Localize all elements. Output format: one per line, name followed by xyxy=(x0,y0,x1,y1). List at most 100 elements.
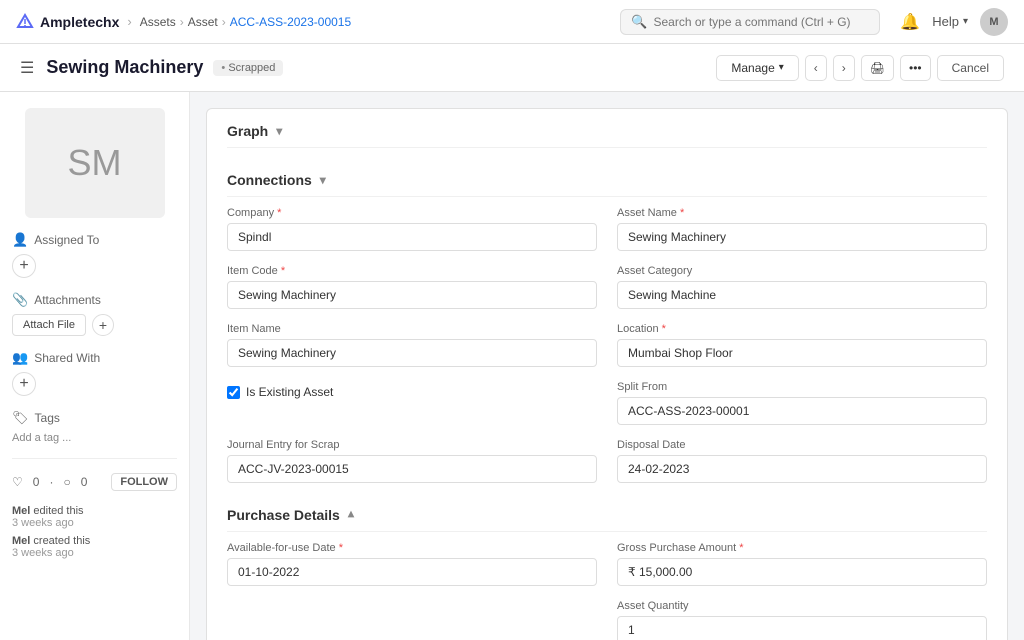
likes-count: 0 xyxy=(33,475,40,489)
next-button[interactable]: › xyxy=(833,55,855,81)
prev-button[interactable]: ‹ xyxy=(805,55,827,81)
search-input[interactable] xyxy=(653,15,869,29)
help-label: Help xyxy=(932,14,959,29)
add-shared-button[interactable]: + xyxy=(12,372,36,396)
breadcrumb-asset[interactable]: Asset xyxy=(188,15,218,29)
content-inner: Graph ▾ Connections ▾ Company * xyxy=(206,108,1008,640)
tags-section: 🏷 Tags Add a tag ... xyxy=(12,410,177,444)
tags-label: Tags xyxy=(35,411,60,425)
attach-plus-button[interactable]: + xyxy=(92,314,114,336)
hamburger-icon[interactable]: ☰ xyxy=(20,58,34,78)
item-code-group: Item Code * xyxy=(227,265,597,309)
split-from-input[interactable] xyxy=(617,397,987,425)
split-from-label: Split From xyxy=(617,381,987,393)
tags-title: 🏷 Tags xyxy=(12,410,177,426)
attachments-title: 📎 Attachments xyxy=(12,292,177,308)
record-avatar-initials: SM xyxy=(68,142,122,184)
logo-text: Ampletechx xyxy=(40,14,119,30)
asset-category-group: Asset Category xyxy=(617,265,987,309)
asset-quantity-label: Asset Quantity xyxy=(617,600,987,612)
activity-entry-1: Mel created this 3 weeks ago xyxy=(12,535,177,559)
asset-name-input[interactable] xyxy=(617,223,987,251)
activity-log: Mel edited this 3 weeks ago Mel created … xyxy=(12,505,177,559)
manage-label: Manage xyxy=(731,61,774,75)
graph-chevron-icon: ▾ xyxy=(276,124,282,138)
available-date-label: Available-for-use Date * xyxy=(227,542,597,554)
activity-row: ♡ 0 · ○ 0 FOLLOW xyxy=(12,473,177,491)
manage-button[interactable]: Manage ▾ xyxy=(716,55,798,81)
activity-action-1: created this xyxy=(33,535,90,547)
purchase-details-form: Available-for-use Date * Gross Purchase … xyxy=(227,542,987,640)
journal-entry-group: Journal Entry for Scrap xyxy=(227,439,597,483)
shared-with-title: 👥 Shared With xyxy=(12,350,177,366)
asset-category-input[interactable] xyxy=(617,281,987,309)
comments-count: 0 xyxy=(81,475,88,489)
paperclip-icon: 📎 xyxy=(12,292,28,308)
is-existing-asset-label: Is Existing Asset xyxy=(246,385,333,399)
comments-icon: ○ xyxy=(63,475,70,489)
breadcrumb-assets[interactable]: Assets xyxy=(140,15,176,29)
shared-with-section: 👥 Shared With + xyxy=(12,350,177,396)
purchase-details-section-header[interactable]: Purchase Details ▾ xyxy=(227,493,987,532)
search-icon: 🔍 xyxy=(631,14,647,30)
print-button[interactable]: 🖨 xyxy=(861,55,894,81)
nav-icons: 🔔 Help ▾ M xyxy=(900,8,1008,36)
activity-time-0: 3 weeks ago xyxy=(12,517,177,529)
help-menu[interactable]: Help ▾ xyxy=(932,14,968,29)
graph-section-header[interactable]: Graph ▾ xyxy=(227,109,987,148)
gross-purchase-group: Gross Purchase Amount * xyxy=(617,542,987,586)
journal-entry-input[interactable] xyxy=(227,455,597,483)
user-avatar[interactable]: M xyxy=(980,8,1008,36)
main-layout: SM 👤 Assigned To + 📎 Attachments Attach … xyxy=(0,92,1024,640)
location-input[interactable] xyxy=(617,339,987,367)
item-name-label: Item Name xyxy=(227,323,597,335)
activity-time-1: 3 weeks ago xyxy=(12,547,177,559)
sidebar-divider xyxy=(12,458,177,459)
attach-file-button[interactable]: Attach File xyxy=(12,314,86,336)
attach-row: Attach File + xyxy=(12,314,177,336)
search-bar[interactable]: 🔍 xyxy=(620,9,880,35)
is-existing-asset-row: Is Existing Asset xyxy=(227,385,597,399)
disposal-date-label: Disposal Date xyxy=(617,439,987,451)
activity-action-0: edited this xyxy=(33,505,83,517)
asset-category-label: Asset Category xyxy=(617,265,987,277)
gross-purchase-input[interactable] xyxy=(617,558,987,586)
add-assigned-button[interactable]: + xyxy=(12,254,36,278)
item-code-input[interactable] xyxy=(227,281,597,309)
activity-entry-0: Mel edited this 3 weeks ago xyxy=(12,505,177,529)
breadcrumb: Assets › Asset › ACC-ASS-2023-00015 xyxy=(140,15,351,29)
share-icon: 👥 xyxy=(12,350,28,366)
asset-name-label: Asset Name * xyxy=(617,207,987,219)
cancel-button[interactable]: Cancel xyxy=(937,55,1004,81)
attach-file-label: Attach File xyxy=(23,319,75,331)
disposal-date-group: Disposal Date xyxy=(617,439,987,483)
more-options-button[interactable]: ••• xyxy=(900,55,931,81)
bell-icon[interactable]: 🔔 xyxy=(900,12,920,32)
activity-user-1: Mel xyxy=(12,535,30,547)
follow-label: FOLLOW xyxy=(120,476,168,488)
item-name-input[interactable] xyxy=(227,339,597,367)
available-date-input[interactable] xyxy=(227,558,597,586)
journal-entry-label: Journal Entry for Scrap xyxy=(227,439,597,451)
connections-section-label: Connections xyxy=(227,172,312,188)
connections-chevron-icon: ▾ xyxy=(320,173,326,187)
add-tag-placeholder[interactable]: Add a tag ... xyxy=(12,432,177,444)
cancel-label: Cancel xyxy=(952,61,989,75)
purchase-details-chevron-icon: ▾ xyxy=(348,508,354,522)
company-input[interactable] xyxy=(227,223,597,251)
likes-icon: ♡ xyxy=(12,475,23,489)
split-from-group: Split From xyxy=(617,381,987,425)
is-existing-asset-checkbox[interactable] xyxy=(227,386,240,399)
disposal-date-input[interactable] xyxy=(617,455,987,483)
header-actions: Manage ▾ ‹ › 🖨 ••• Cancel xyxy=(716,55,1004,81)
asset-quantity-input[interactable] xyxy=(617,616,987,640)
available-date-group: Available-for-use Date * xyxy=(227,542,597,586)
graph-section-label: Graph xyxy=(227,123,268,139)
follow-button[interactable]: FOLLOW xyxy=(111,473,177,491)
breadcrumb-current: ACC-ASS-2023-00015 xyxy=(230,15,351,29)
app-logo[interactable]: Ampletechx xyxy=(16,13,119,31)
sidebar: SM 👤 Assigned To + 📎 Attachments Attach … xyxy=(0,92,190,640)
breadcrumb-separator: › xyxy=(127,14,131,29)
connections-section-header[interactable]: Connections ▾ xyxy=(227,158,987,197)
activity-user-0: Mel xyxy=(12,505,30,517)
